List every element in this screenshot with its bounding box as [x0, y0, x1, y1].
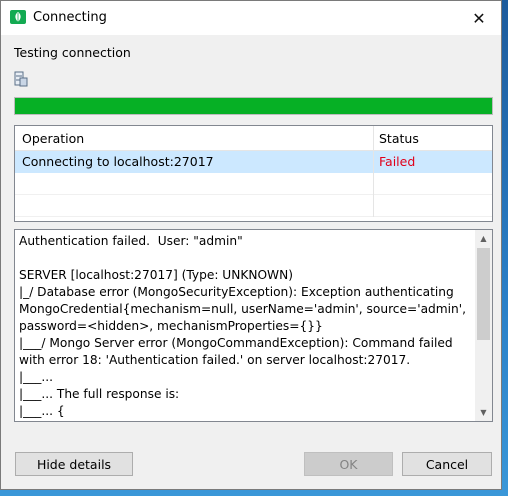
database-icon — [14, 71, 28, 87]
operation-cell: Connecting to localhost:27017 — [22, 154, 214, 169]
close-button[interactable]: ✕ — [457, 1, 501, 35]
operation-cell — [15, 173, 373, 195]
operations-table: Operation Status Connecting to localhost… — [14, 125, 493, 222]
connecting-dialog: Connecting ✕ Testing connection Operatio… — [0, 0, 502, 490]
scroll-down-arrow-icon[interactable]: ▼ — [475, 404, 492, 421]
progress-bar — [14, 97, 493, 115]
status-cell: Failed — [373, 151, 492, 173]
column-header-status[interactable]: Status — [373, 126, 492, 151]
table-row — [15, 173, 492, 195]
status-cell — [373, 173, 492, 195]
column-header-operation[interactable]: Operation — [15, 126, 373, 151]
error-log-textarea[interactable]: Authentication failed. User: "admin" SER… — [14, 229, 493, 422]
operation-cell — [15, 195, 373, 217]
progress-fill — [15, 98, 492, 114]
app-leaf-icon — [10, 10, 26, 24]
scroll-thumb[interactable] — [477, 248, 490, 340]
close-icon: ✕ — [472, 8, 486, 28]
window-title: Connecting — [33, 10, 107, 25]
log-scrollbar[interactable]: ▲ ▼ — [475, 230, 492, 421]
hide-details-button[interactable]: Hide details — [15, 452, 133, 476]
status-cell — [373, 195, 492, 217]
status-heading: Testing connection — [14, 45, 131, 60]
title-bar: Connecting ✕ — [1, 1, 501, 35]
error-log-text: Authentication failed. User: "admin" SER… — [19, 234, 466, 418]
cancel-button[interactable]: Cancel — [402, 452, 492, 476]
table-header: Operation Status — [15, 126, 492, 151]
table-row — [15, 195, 492, 217]
scroll-up-arrow-icon[interactable]: ▲ — [475, 230, 492, 247]
table-row[interactable]: Connecting to localhost:27017 Failed — [15, 151, 492, 173]
ok-button[interactable]: OK — [304, 452, 393, 476]
